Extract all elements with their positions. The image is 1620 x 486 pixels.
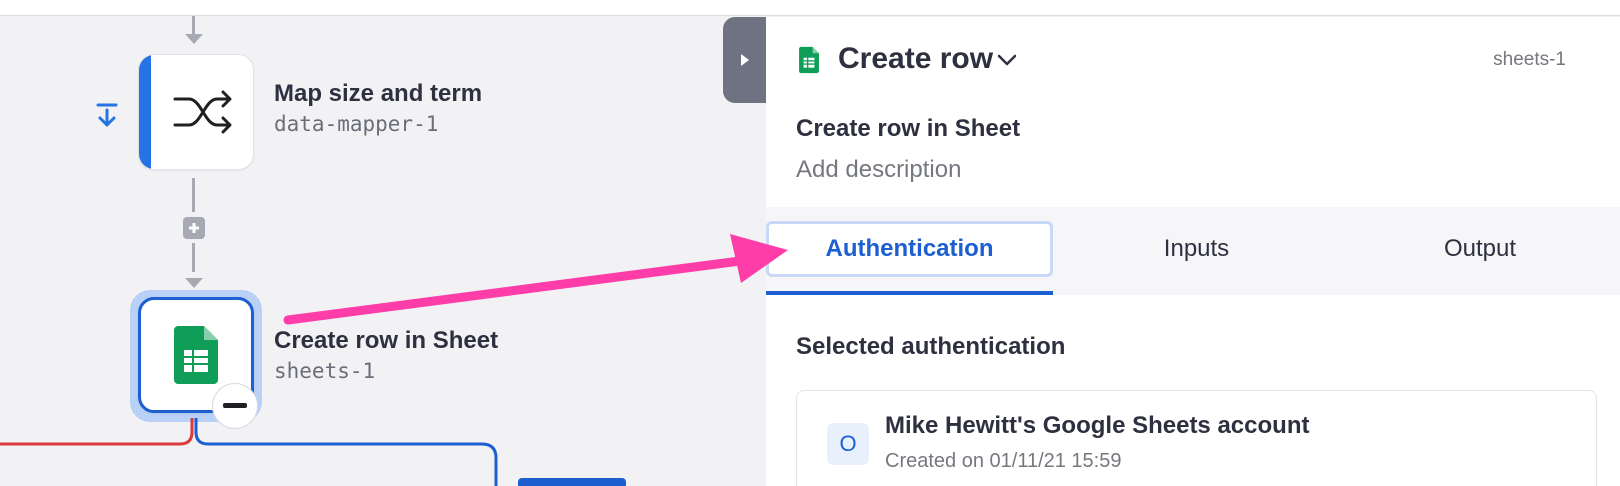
annotation-arrow	[283, 234, 788, 325]
